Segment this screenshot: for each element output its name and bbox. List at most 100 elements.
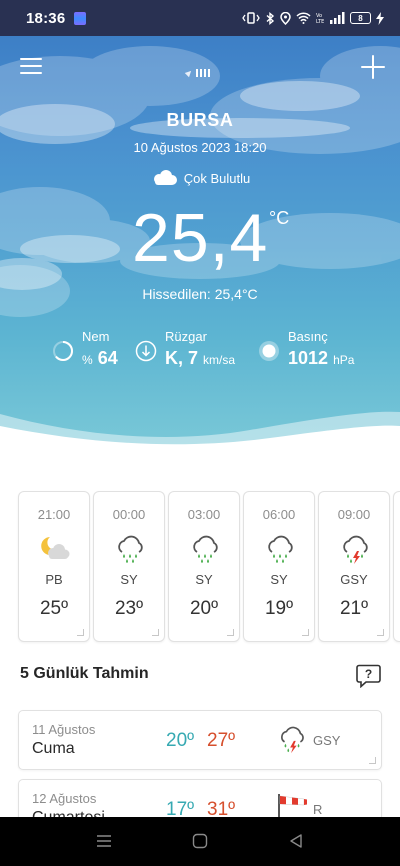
day-condition-code: GSY (313, 733, 341, 748)
status-bar: 18:36 Vo LTE 8 (0, 0, 400, 36)
hour-temperature: 25º (39, 598, 69, 619)
hero-wave-divider (0, 411, 400, 456)
hourly-forecast[interactable]: 21:00 PB 25º 00:00 SY 23º 03:00 SY 20º 0… (0, 491, 400, 643)
city-name: BURSA (166, 110, 234, 130)
add-location-button[interactable] (361, 55, 385, 79)
pressure-label: Basınç (288, 329, 328, 344)
day-max-temperature: 27º (207, 730, 236, 751)
hamburger-menu-icon (20, 58, 42, 60)
system-navigation-bar (0, 817, 400, 866)
page-dot (204, 69, 206, 77)
hour-condition-code: SY (270, 572, 288, 587)
feels-like: Hissedilen: 25,4°C (142, 286, 258, 302)
temperature-block: 25,4 °C (132, 196, 289, 280)
rain-cloud-icon (118, 535, 143, 563)
hourly-card[interactable]: 06:00 SY 19º (243, 491, 315, 642)
svg-text:?: ? (365, 667, 372, 681)
day-name: Cuma (32, 740, 75, 757)
hour-time: 03:00 (187, 507, 221, 522)
location-arrow-icon (184, 68, 194, 78)
battery-icon: 8 (350, 12, 371, 24)
app-notification-icon (74, 11, 87, 25)
recent-apps-icon[interactable] (96, 833, 112, 849)
humidity-ring-icon (53, 341, 73, 361)
hour-time: 09:00 (337, 507, 371, 522)
wind-unit: km/sa (203, 353, 236, 367)
wind-label: Rüzgar (165, 329, 207, 344)
volte-icon: VoLTE (316, 13, 324, 24)
hour-temperature: 21º (339, 598, 369, 619)
wind-number: K, 7 (165, 348, 199, 368)
rain-cloud-icon (193, 535, 218, 563)
location-icon (280, 11, 291, 25)
location-page-indicator[interactable] (184, 68, 210, 78)
page-dot (196, 69, 198, 77)
pressure-icon (259, 341, 279, 361)
pressure-value: 1012 hPa (288, 348, 388, 369)
hamburger-line (20, 72, 42, 74)
condition: Çok Bulutlu (0, 170, 400, 186)
status-icons: Vo LTE 8 (242, 11, 384, 25)
back-icon[interactable] (288, 833, 304, 849)
weather-stats: Nem % 64 Rüzgar K, 7 km/sa Basınç 1012 h… (0, 329, 400, 373)
rain-cloud-icon (268, 535, 293, 563)
hour-time: 06:00 (262, 507, 296, 522)
expand-corner-icon (152, 629, 159, 636)
current-weather-panel: BURSA 10 Ağustos 2023 18:20 Çok Bulutlu … (0, 36, 400, 456)
signal-icon (330, 12, 345, 24)
observation-datetime: 10 Ağustos 2023 18:20 (133, 140, 267, 155)
day-date: 12 Ağustos (32, 791, 97, 806)
charging-icon (376, 11, 384, 25)
hourly-card-partial[interactable] (393, 491, 400, 642)
daily-forecast-row[interactable]: 11 Ağustos Cuma 20º 27º GSY (18, 710, 382, 770)
hourly-card[interactable]: 09:00 GSY 21º (318, 491, 390, 642)
temperature-unit: °C (269, 208, 290, 228)
windsock-icon (278, 794, 307, 820)
thunderstorm-rain-icon (343, 535, 368, 564)
hour-time: 00:00 (112, 507, 146, 522)
pressure-number: 1012 (288, 348, 329, 368)
hour-condition-code: GSY (340, 572, 368, 587)
hour-temperature: 20º (189, 598, 219, 619)
home-icon[interactable] (192, 833, 208, 849)
expand-corner-icon (302, 629, 309, 636)
vibrate-icon (242, 12, 260, 24)
hour-condition-code: SY (120, 572, 138, 587)
expand-corner-icon (377, 629, 384, 636)
wifi-icon (296, 12, 311, 24)
pressure-unit: hPa (333, 353, 355, 367)
hour-temperature: 23º (114, 598, 144, 619)
humidity-prefix: % (82, 353, 93, 367)
cloudy-icon (153, 170, 177, 185)
current-temperature: 25,4 (132, 200, 269, 276)
humidity-number: 64 (97, 348, 118, 368)
expand-corner-icon (369, 757, 376, 764)
hamburger-line (20, 65, 42, 67)
day-min-temperature: 20º (166, 730, 195, 751)
bluetooth-icon (266, 11, 275, 25)
expand-corner-icon (77, 629, 84, 636)
expand-corner-icon (227, 629, 234, 636)
question-bubble-icon: ? (356, 664, 381, 689)
day-condition-code: R (313, 802, 323, 817)
hour-condition-code: PB (45, 572, 63, 587)
weather-app-screen: 18:36 Vo LTE 8 BURSA 10 Ağustos 2023 18:… (0, 0, 400, 866)
hour-temperature: 19º (264, 598, 294, 619)
wind-direction-icon (135, 340, 157, 362)
thunderstorm-rain-icon (281, 726, 304, 754)
status-time: 18:36 (26, 9, 66, 27)
condition-text: Çok Bulutlu (183, 170, 251, 186)
day-date: 11 Ağustos (32, 722, 96, 737)
forecast-title: 5 Günlük Tahmin (20, 665, 149, 682)
hour-condition-code: SY (195, 572, 213, 587)
forecast-help-button[interactable]: ? (356, 664, 381, 689)
hourly-card[interactable]: 21:00 PB 25º (18, 491, 90, 642)
night-partly-cloudy-icon (41, 537, 70, 559)
hourly-card[interactable]: 00:00 SY 23º (93, 491, 165, 642)
hourly-card[interactable]: 03:00 SY 20º (168, 491, 240, 642)
page-dot (200, 69, 202, 77)
page-dot (208, 69, 210, 77)
wind-value: K, 7 km/sa (165, 348, 265, 369)
hour-time: 21:00 (37, 507, 71, 522)
menu-button[interactable] (20, 58, 42, 74)
